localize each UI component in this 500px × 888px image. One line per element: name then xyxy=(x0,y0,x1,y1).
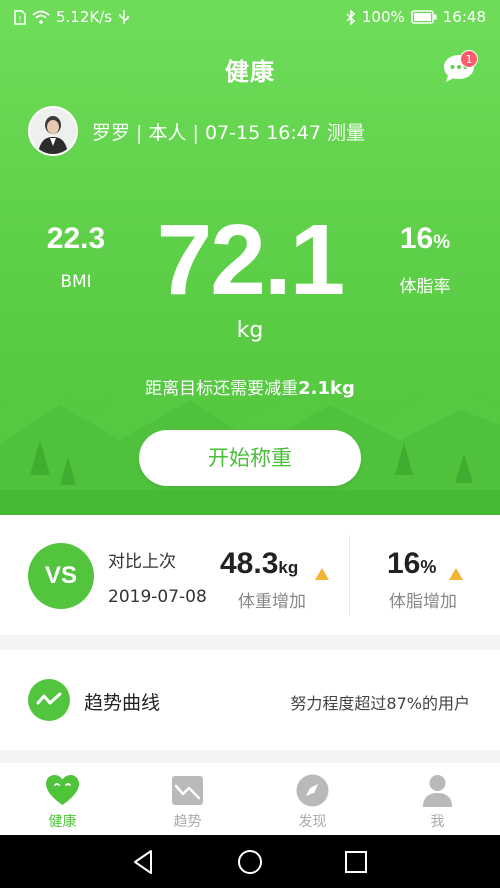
trend-description: 努力程度超过87%的用户 xyxy=(290,694,470,713)
tab-discover[interactable]: 发现 xyxy=(250,763,375,835)
start-weighing-button[interactable]: 开始称重 xyxy=(139,430,361,486)
tab-me[interactable]: 我 xyxy=(375,763,500,835)
home-button[interactable] xyxy=(233,845,267,879)
bluetooth-icon xyxy=(346,9,356,25)
trend-curve-row[interactable]: 趋势曲线 努力程度超过87%的用户 xyxy=(0,650,500,750)
battery-icon xyxy=(411,10,437,24)
goal-message: 距离目标还需要减重2.1kg xyxy=(0,374,500,399)
trend-title: 趋势曲线 xyxy=(84,692,161,714)
system-navigation-bar xyxy=(0,835,500,888)
user-avatar[interactable] xyxy=(28,106,78,156)
bottom-tab-bar: 健康 趋势 发现 我 xyxy=(0,763,500,835)
fat-change-number: 16 xyxy=(387,547,421,580)
fat-change-value: 16% xyxy=(387,547,436,581)
vs-badge: VS xyxy=(28,543,94,609)
heart-face-icon xyxy=(46,775,79,805)
tab-trend-label: 趋势 xyxy=(173,814,202,830)
user-measurement-info: 罗罗 | 本人 | 07-15 16:47 测量 xyxy=(92,122,366,144)
goal-prefix: 距离目标还需要减重 xyxy=(145,379,299,399)
network-speed: 5.12K/s xyxy=(56,8,113,26)
tab-me-label: 我 xyxy=(430,814,445,830)
body-fat-unit: % xyxy=(433,232,451,253)
goal-amount: 2.1kg xyxy=(298,378,355,399)
clock: 16:48 xyxy=(442,8,486,26)
battery-percent: 100% xyxy=(361,8,405,26)
message-count-badge: 1 xyxy=(460,50,478,68)
recents-button[interactable] xyxy=(339,845,373,879)
svg-text:!: ! xyxy=(18,15,21,24)
weight-change-value: 48.3kg xyxy=(220,547,298,581)
tab-health-label: 健康 xyxy=(48,814,77,830)
sim-icon: ! xyxy=(14,9,26,25)
tab-health[interactable]: 健康 xyxy=(0,763,125,835)
body-fat-number: 16 xyxy=(399,222,434,255)
body-fat-value: 16% xyxy=(380,222,470,256)
compass-icon xyxy=(296,774,329,807)
chart-icon xyxy=(172,776,203,805)
person-icon xyxy=(423,775,452,807)
weight-unit: kg xyxy=(236,318,264,343)
compare-title: 对比上次 xyxy=(108,552,176,572)
status-bar: ! 5.12K/s 100% 16:48 xyxy=(0,0,500,34)
page-title: 健康 xyxy=(225,58,275,86)
back-button[interactable] xyxy=(127,845,161,879)
compare-date: 2019-07-08 xyxy=(108,587,207,607)
weight-change-label: 体重增加 xyxy=(238,592,306,612)
health-hero-panel: ! 5.12K/s 100% 16:48 健康 1 罗罗 | 本人 | 07-1… xyxy=(0,0,500,515)
person-photo-icon xyxy=(30,108,76,154)
body-fat-label: 体脂率 xyxy=(399,277,451,297)
fat-change-label: 体脂增加 xyxy=(389,592,457,612)
compare-card[interactable]: VS 对比上次 2019-07-08 48.3kg 体重增加 16% 体脂增加 xyxy=(0,515,500,635)
tab-trend[interactable]: 趋势 xyxy=(125,763,250,835)
weight-change-number: 48.3 xyxy=(220,547,279,580)
fat-change-unit: % xyxy=(420,557,437,577)
usb-icon xyxy=(118,9,130,25)
back-triangle-icon xyxy=(134,850,152,874)
divider xyxy=(349,535,350,615)
tab-discover-label: 发现 xyxy=(298,814,327,830)
weight-change-unit: kg xyxy=(278,558,299,577)
wifi-icon xyxy=(32,10,50,24)
recents-square-icon xyxy=(345,851,367,873)
fat-up-arrow-icon xyxy=(449,568,463,580)
trend-line-icon xyxy=(28,679,70,721)
weight-up-arrow-icon xyxy=(315,568,329,580)
home-circle-icon xyxy=(238,850,262,874)
